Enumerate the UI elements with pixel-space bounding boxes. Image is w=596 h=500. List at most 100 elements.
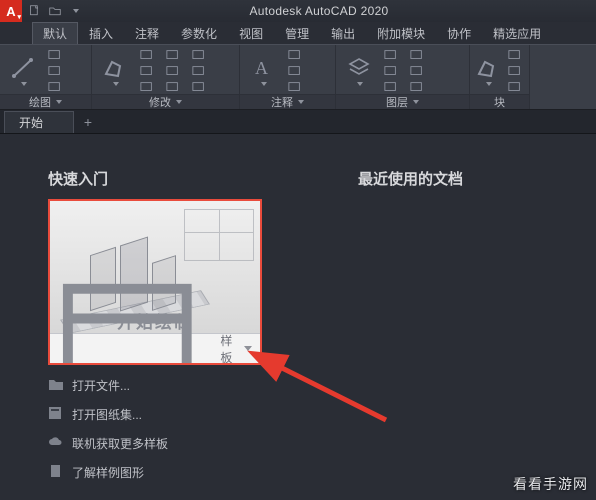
- ribbon-large-button[interactable]: A: [246, 56, 280, 86]
- ribbon-small-button[interactable]: [44, 64, 66, 78]
- quick-link-label: 了解样例图形: [72, 464, 144, 481]
- menu-tab-6[interactable]: 输出: [320, 22, 366, 44]
- quick-link-2[interactable]: 联机获取更多样板: [48, 435, 268, 452]
- quick-link-0[interactable]: 打开文件...: [48, 377, 268, 394]
- menu-tab-label: 附加模块: [377, 25, 425, 42]
- chevron-down-icon: [176, 100, 182, 104]
- quick-link-label: 打开图纸集...: [72, 406, 142, 423]
- ribbon-small-button[interactable]: [136, 64, 158, 78]
- ribbon-panel-title[interactable]: 注释: [240, 94, 335, 109]
- ribbon-small-button[interactable]: [406, 80, 428, 94]
- ribbon-small-button[interactable]: [284, 80, 306, 94]
- quick-link-3[interactable]: 了解样例图形: [48, 464, 268, 481]
- menu-tab-0[interactable]: 默认: [32, 22, 78, 44]
- ribbon-panel-title[interactable]: 绘图: [0, 94, 91, 109]
- menu-tab-label: 注释: [135, 25, 159, 42]
- menu-tab-label: 精选应用: [493, 25, 541, 42]
- app-menu-caret-icon: ▾: [17, 13, 21, 21]
- template-dropdown[interactable]: 样板: [50, 333, 260, 363]
- chevron-down-icon: [244, 346, 252, 351]
- quick-start-heading: 快速入门: [48, 168, 268, 189]
- recent-docs-heading: 最近使用的文档: [358, 168, 463, 189]
- menu-tab-5[interactable]: 管理: [274, 22, 320, 44]
- sheetset-icon: [48, 406, 64, 423]
- ribbon-large-button[interactable]: [98, 56, 132, 86]
- doc-tab-label: 开始: [19, 114, 43, 131]
- start-drawing-tile[interactable]: 开始绘制 样板: [48, 199, 262, 365]
- plus-icon: +: [84, 114, 92, 130]
- ribbon-small-button[interactable]: [284, 64, 306, 78]
- ribbon-large-button[interactable]: [342, 56, 376, 86]
- ribbon-small-button[interactable]: [380, 48, 402, 62]
- ribbon-small-button[interactable]: [284, 48, 306, 62]
- menu-tab-label: 默认: [43, 25, 67, 42]
- ribbon-small-button[interactable]: [162, 64, 184, 78]
- menu-tab-7[interactable]: 附加模块: [366, 22, 436, 44]
- menu-tab-4[interactable]: 视图: [228, 22, 274, 44]
- window-title: Autodesk AutoCAD 2020: [82, 4, 556, 18]
- menu-tab-8[interactable]: 协作: [436, 22, 482, 44]
- ribbon-small-button[interactable]: [162, 80, 184, 94]
- ribbon-small-button[interactable]: [504, 64, 526, 78]
- template-label: 样板: [220, 332, 240, 366]
- qat-open-icon[interactable]: [48, 4, 62, 18]
- menu-tab-label: 插入: [89, 25, 113, 42]
- menu-tab-label: 协作: [447, 25, 471, 42]
- ribbon-small-button[interactable]: [406, 64, 428, 78]
- doc-tab-add[interactable]: +: [76, 111, 100, 133]
- qat-caret-icon[interactable]: [68, 4, 82, 18]
- doc-tab-start[interactable]: 开始: [4, 111, 74, 133]
- ribbon-panel-4: 块: [470, 45, 530, 109]
- chevron-down-icon: [21, 82, 27, 86]
- app-logo-letter: A: [6, 4, 15, 19]
- ribbon-small-button[interactable]: [380, 80, 402, 94]
- menu-tab-label: 管理: [285, 25, 309, 42]
- menu-tab-label: 视图: [239, 25, 263, 42]
- ribbon-panel-title[interactable]: 块: [470, 94, 529, 109]
- ribbon-small-button[interactable]: [380, 64, 402, 78]
- ribbon-small-button[interactable]: [44, 80, 66, 94]
- ribbon-panel-title-label: 注释: [271, 94, 293, 110]
- ribbon-small-button[interactable]: [406, 48, 428, 62]
- chevron-down-icon: [113, 82, 119, 86]
- ribbon-panel-2: A注释: [240, 45, 336, 109]
- chevron-down-icon: [298, 100, 304, 104]
- ribbon-small-button[interactable]: [188, 64, 210, 78]
- ribbon-small-button[interactable]: [188, 80, 210, 94]
- ribbon-small-button[interactable]: [44, 48, 66, 62]
- chevron-down-icon: [413, 100, 419, 104]
- ribbon-small-button[interactable]: [136, 48, 158, 62]
- menu-tab-2[interactable]: 注释: [124, 22, 170, 44]
- ribbon-small-button[interactable]: [188, 48, 210, 62]
- menu-tab-3[interactable]: 参数化: [170, 22, 228, 44]
- ribbon-large-button[interactable]: [6, 56, 40, 86]
- ribbon-small-button[interactable]: [162, 48, 184, 62]
- svg-text:A: A: [255, 58, 268, 78]
- folder-open-icon: [48, 377, 64, 394]
- chevron-down-icon: [261, 82, 267, 86]
- quick-link-label: 联机获取更多样板: [72, 435, 168, 452]
- ribbon-large-button[interactable]: [476, 56, 500, 86]
- cloud-icon: [48, 435, 64, 452]
- chevron-down-icon: [357, 82, 363, 86]
- menu-tab-label: 参数化: [181, 25, 217, 42]
- template-icon: [58, 269, 216, 365]
- ribbon-panel-title-label: 修改: [149, 94, 171, 110]
- ribbon-panel-title[interactable]: 图层: [336, 94, 469, 109]
- ribbon-panel-0: 绘图: [0, 45, 92, 109]
- menu-tab-label: 输出: [331, 25, 355, 42]
- quick-link-label: 打开文件...: [72, 377, 130, 394]
- chevron-down-icon: [56, 100, 62, 104]
- menu-tab-9[interactable]: 精选应用: [482, 22, 552, 44]
- chevron-down-icon: [486, 82, 492, 86]
- ribbon-panel-title-label: 图层: [386, 94, 408, 110]
- app-logo[interactable]: A ▾: [0, 0, 22, 22]
- menu-tab-1[interactable]: 插入: [78, 22, 124, 44]
- quick-link-1[interactable]: 打开图纸集...: [48, 406, 268, 423]
- ribbon-panel-title[interactable]: 修改: [92, 94, 239, 109]
- ribbon-small-button[interactable]: [504, 48, 526, 62]
- ribbon-panel-3: 图层: [336, 45, 470, 109]
- ribbon-small-button[interactable]: [504, 80, 526, 94]
- qat-new-icon[interactable]: [28, 4, 42, 18]
- ribbon-small-button[interactable]: [136, 80, 158, 94]
